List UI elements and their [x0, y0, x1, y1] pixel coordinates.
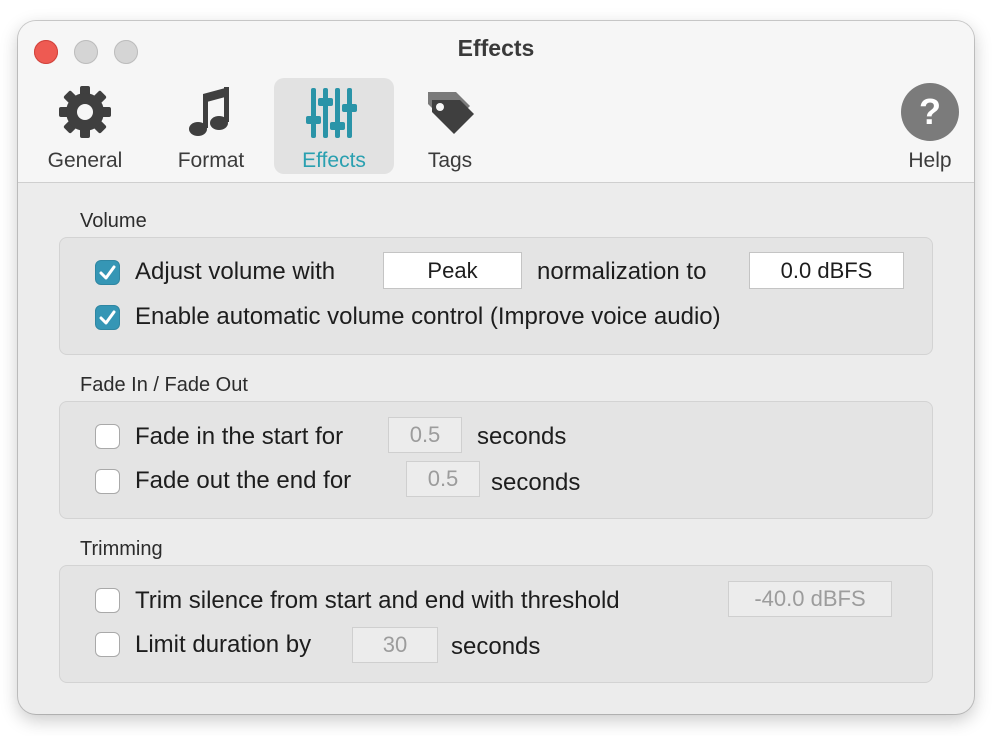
fade-out-checkbox[interactable] — [95, 469, 120, 494]
preferences-window: Effects General Format Effects Tags ? He… — [18, 21, 974, 714]
fade-out-unit: seconds — [491, 469, 581, 496]
fade-heading: Fade In / Fade Out — [80, 374, 248, 396]
checkmark-icon — [99, 265, 116, 280]
help-label: Help — [908, 149, 952, 172]
limit-duration-label: Limit duration by — [135, 631, 312, 658]
tab-tags-label: Tags — [427, 149, 473, 172]
fade-in-label: Fade in the start for — [135, 423, 344, 450]
fade-in-unit: seconds — [477, 423, 567, 450]
tab-effects-label: Effects — [302, 149, 366, 172]
trim-silence-checkbox[interactable] — [95, 588, 120, 613]
help-button[interactable]: ? Help — [892, 78, 968, 174]
tab-format-label: Format — [177, 149, 245, 172]
adjust-volume-label: Adjust volume with — [135, 258, 336, 285]
limit-duration-field[interactable]: 30 — [352, 627, 438, 663]
tab-format[interactable]: Format — [166, 78, 256, 174]
music-note-icon — [189, 87, 229, 136]
normalization-target-field[interactable]: 0.0 dBFS — [749, 252, 904, 289]
sliders-icon — [306, 88, 357, 138]
trim-threshold-field[interactable]: -40.0 dBFS — [728, 581, 892, 617]
fade-out-seconds-field[interactable]: 0.5 — [406, 461, 480, 497]
tab-general-label: General — [47, 149, 123, 172]
checkmark-icon — [99, 310, 116, 325]
auto-volume-label: Enable automatic volume control (Improve… — [135, 303, 721, 330]
normalization-mode-field[interactable]: Peak — [383, 252, 522, 289]
svg-text:?: ? — [919, 91, 941, 132]
trimming-group: Trim silence from start and end with thr… — [59, 565, 933, 683]
limit-duration-checkbox[interactable] — [95, 632, 120, 657]
question-icon: ? — [901, 83, 959, 141]
fade-out-label: Fade out the end for — [135, 467, 352, 494]
fade-in-seconds-field[interactable]: 0.5 — [388, 417, 462, 453]
tab-general[interactable]: General — [40, 78, 130, 174]
fade-group: Fade in the start for 0.5 seconds Fade o… — [59, 401, 933, 519]
gear-icon — [59, 86, 111, 138]
trimming-heading: Trimming — [80, 538, 163, 560]
tag-icon — [428, 92, 474, 134]
toolbar: Effects General Format Effects Tags ? He… — [18, 21, 974, 183]
fade-in-checkbox[interactable] — [95, 424, 120, 449]
auto-volume-checkbox[interactable] — [95, 305, 120, 330]
tab-tags[interactable]: Tags — [410, 78, 490, 174]
normalization-to-label: normalization to — [537, 258, 707, 285]
trim-silence-label: Trim silence from start and end with thr… — [135, 587, 620, 614]
volume-group: Adjust volume with Peak normalization to… — [59, 237, 933, 355]
limit-duration-unit: seconds — [451, 633, 541, 660]
tab-effects[interactable]: Effects — [274, 78, 394, 174]
adjust-volume-checkbox[interactable] — [95, 260, 120, 285]
window-title: Effects — [457, 35, 535, 61]
volume-heading: Volume — [80, 210, 147, 232]
